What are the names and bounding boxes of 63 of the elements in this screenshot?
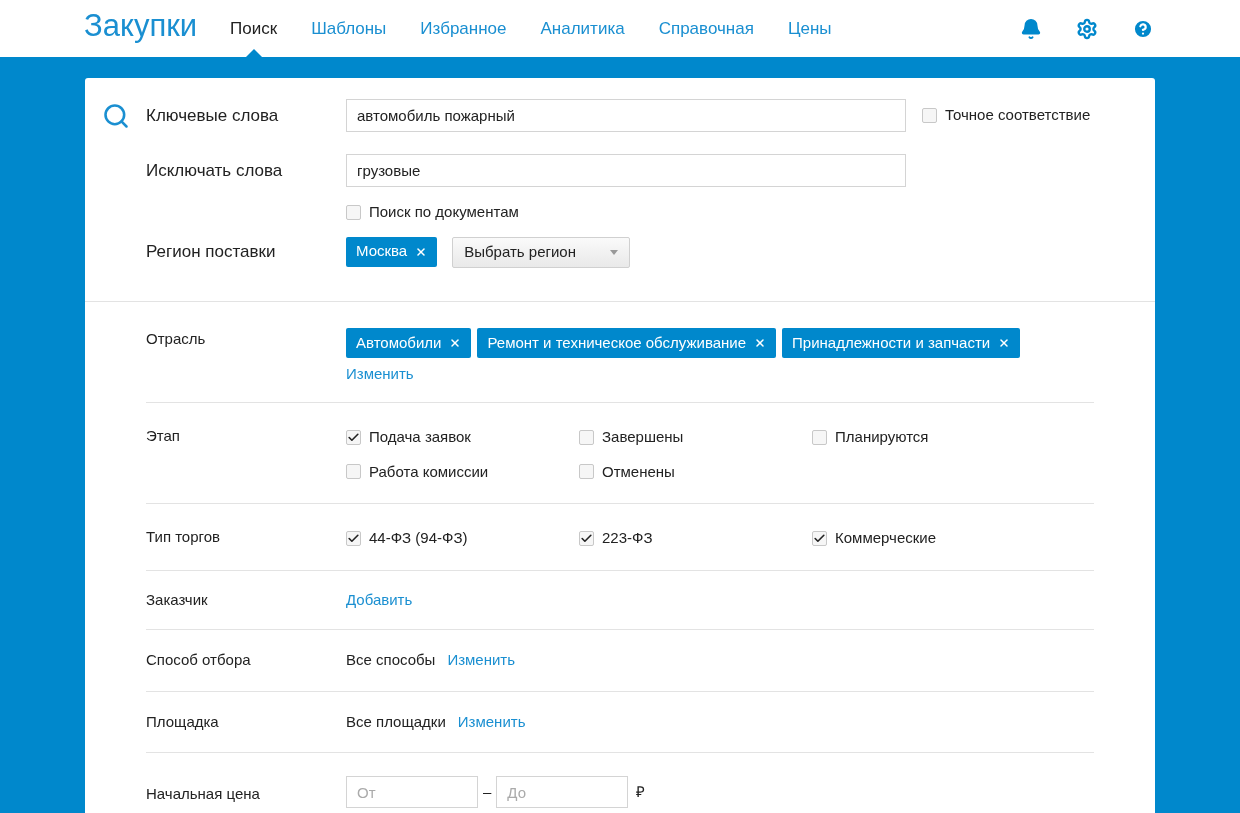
active-tab-pointer [245,49,262,57]
tag[interactable]: Ремонт и техническое обслуживание [477,328,777,358]
link[interactable]: Изменить [346,365,414,382]
filter-label: Заказчик [146,589,209,610]
checkbox[interactable] [579,429,594,445]
region-select[interactable]: Выбрать регион [452,236,631,268]
field-label: Исключать слова [146,159,284,182]
field-label: Регион поставки [146,241,277,264]
price-from-field[interactable]: От [346,776,478,808]
nav-tab[interactable]: Цены [770,0,849,57]
field-label: Ключевые слова [146,104,280,127]
checkbox[interactable] [812,530,827,546]
remove-icon[interactable] [415,245,428,258]
filter-label: Начальная цена [146,784,261,804]
checkbox-option[interactable]: 223-ФЗ [579,527,812,550]
checkbox[interactable] [346,530,361,546]
checkbox[interactable] [346,204,361,220]
value-text: Все площадки [346,711,446,732]
nav-tab[interactable]: Избранное [403,0,524,57]
filter-label: Площадка [146,711,220,732]
checkbox-option[interactable]: Отменены [579,460,812,483]
currency-symbol: ₽ [636,781,646,802]
link[interactable]: Изменить [447,649,516,672]
checkbox[interactable] [346,464,361,480]
checkbox-option[interactable]: Планируются [812,426,1045,449]
checkbox-option[interactable]: Поиск по документам [346,200,519,224]
range-dash: – [483,781,492,802]
price-to-field[interactable]: До [496,776,629,808]
filter-label: Тип торгов [146,527,221,547]
filter-label: Способ отбора [146,650,252,670]
value-text: Все способы [346,650,436,670]
checkbox-option[interactable]: Точное соответствие [922,104,1091,127]
link[interactable]: Добавить [346,588,413,611]
checkbox-option[interactable]: Подача заявок [346,426,579,449]
nav-tab[interactable]: Поиск [213,0,295,57]
checkbox-option[interactable]: Завершены [579,426,812,449]
tag[interactable]: Москва [346,236,438,267]
filter-label: Отрасль [146,329,207,349]
checkbox[interactable] [922,108,937,123]
nav-tab[interactable]: Шаблоны [294,0,404,57]
checkbox-option[interactable]: Работа комиссии [346,460,579,483]
link[interactable]: Изменить [457,710,526,733]
app-logo[interactable]: Закупки [84,3,198,50]
checkbox[interactable] [579,530,594,546]
search-icon [102,101,130,130]
filter-label: Этап [146,426,181,446]
remove-icon[interactable] [449,337,462,349]
checkbox-option[interactable]: 44-ФЗ (94-ФЗ) [346,527,579,550]
dropdown-arrow-icon [610,249,619,255]
checkbox[interactable] [812,429,827,445]
keywords-field[interactable]: автомобиль пожарный [346,99,906,132]
tag[interactable]: Автомобили [346,328,472,358]
settings-icon[interactable] [1076,17,1098,40]
checkbox[interactable] [579,464,594,480]
remove-icon[interactable] [998,337,1011,349]
nav-tab[interactable]: Справочная [641,0,771,57]
checkbox-option[interactable]: Коммерческие [812,527,1045,550]
exclude-field[interactable]: грузовые [346,154,906,187]
notifications-icon[interactable] [1020,17,1042,40]
remove-icon[interactable] [754,337,767,349]
tag[interactable]: Принадлежности и запчасти [782,328,1021,358]
checkbox[interactable] [346,429,361,445]
nav-tab[interactable]: Аналитика [523,0,642,57]
